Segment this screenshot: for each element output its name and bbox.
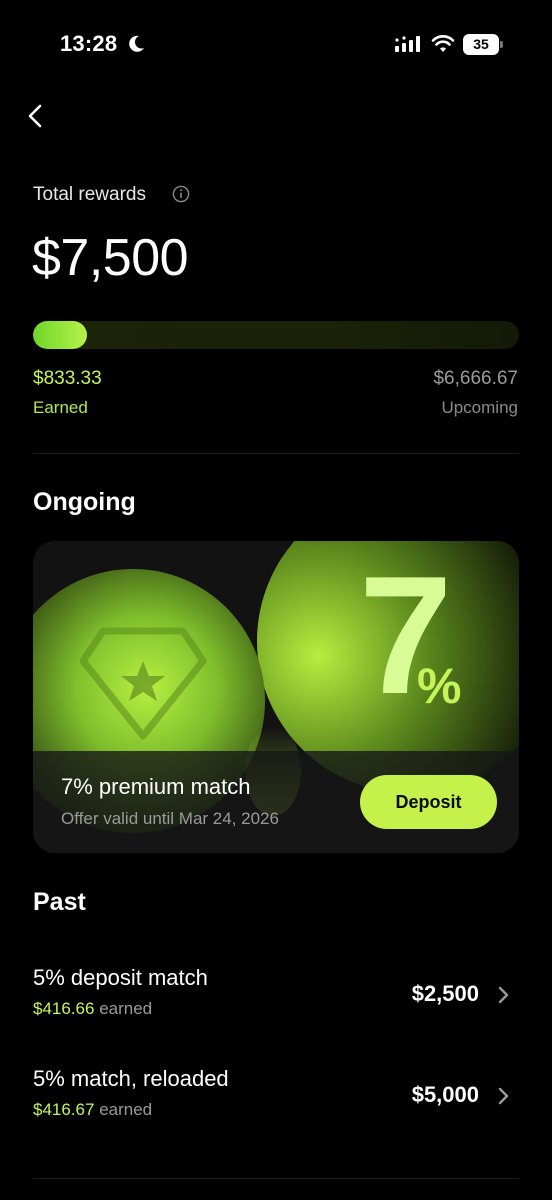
past-reward-name: 5% deposit match	[33, 965, 208, 990]
earned-label: Earned	[33, 398, 88, 417]
upcoming-value: $6,666.67	[433, 368, 518, 389]
promo-big-percent: %	[417, 658, 462, 714]
past-reward-row[interactable]: 5% match, reloaded $416.67 earned $5,000	[33, 1066, 519, 1136]
divider	[33, 453, 519, 454]
past-earned-suffix: earned	[99, 1100, 153, 1119]
total-rewards-value: $7,500	[32, 229, 189, 287]
back-arrow-icon[interactable]	[22, 100, 52, 132]
total-rewards-label: Total rewards	[33, 184, 146, 205]
premium-match-card[interactable]: 7 % 7% premium match Offer valid until M…	[33, 541, 519, 853]
battery-level: 35	[463, 34, 499, 55]
past-earned-suffix: earned	[99, 999, 153, 1018]
past-reward-name: 5% match, reloaded	[33, 1066, 229, 1091]
past-section-title: Past	[33, 888, 86, 916]
signal-icon	[395, 36, 420, 52]
chevron-right-icon	[498, 1087, 509, 1105]
past-reward-earned: $416.66 earned	[33, 999, 152, 1019]
status-time: 13:28	[60, 31, 118, 56]
past-reward-earned: $416.67 earned	[33, 1100, 152, 1120]
promo-title: 7% premium match	[61, 774, 251, 799]
upcoming-label: Upcoming	[441, 398, 518, 417]
promo-subtitle: Offer valid until Mar 24, 2026	[61, 809, 279, 828]
info-icon[interactable]	[172, 185, 190, 203]
moon-icon	[129, 35, 144, 52]
deposit-button[interactable]: Deposit	[360, 775, 497, 829]
chevron-right-icon	[498, 986, 509, 1004]
rewards-progress-fill	[33, 321, 87, 349]
past-earned-amount: $416.67	[33, 1100, 95, 1119]
status-bar: 13:28 35	[0, 0, 552, 92]
earned-value: $833.33	[33, 368, 102, 389]
ongoing-section-title: Ongoing	[33, 488, 136, 516]
battery-icon: 35	[463, 34, 503, 55]
past-reward-amount: $5,000	[411, 1082, 479, 1107]
past-earned-amount: $416.66	[33, 999, 95, 1018]
past-reward-row[interactable]: 5% deposit match $416.66 earned $2,500	[33, 965, 519, 1035]
wifi-icon	[431, 35, 455, 52]
past-reward-amount: $2,500	[411, 981, 479, 1006]
rewards-progress-bar	[33, 321, 519, 349]
divider	[33, 1178, 519, 1179]
